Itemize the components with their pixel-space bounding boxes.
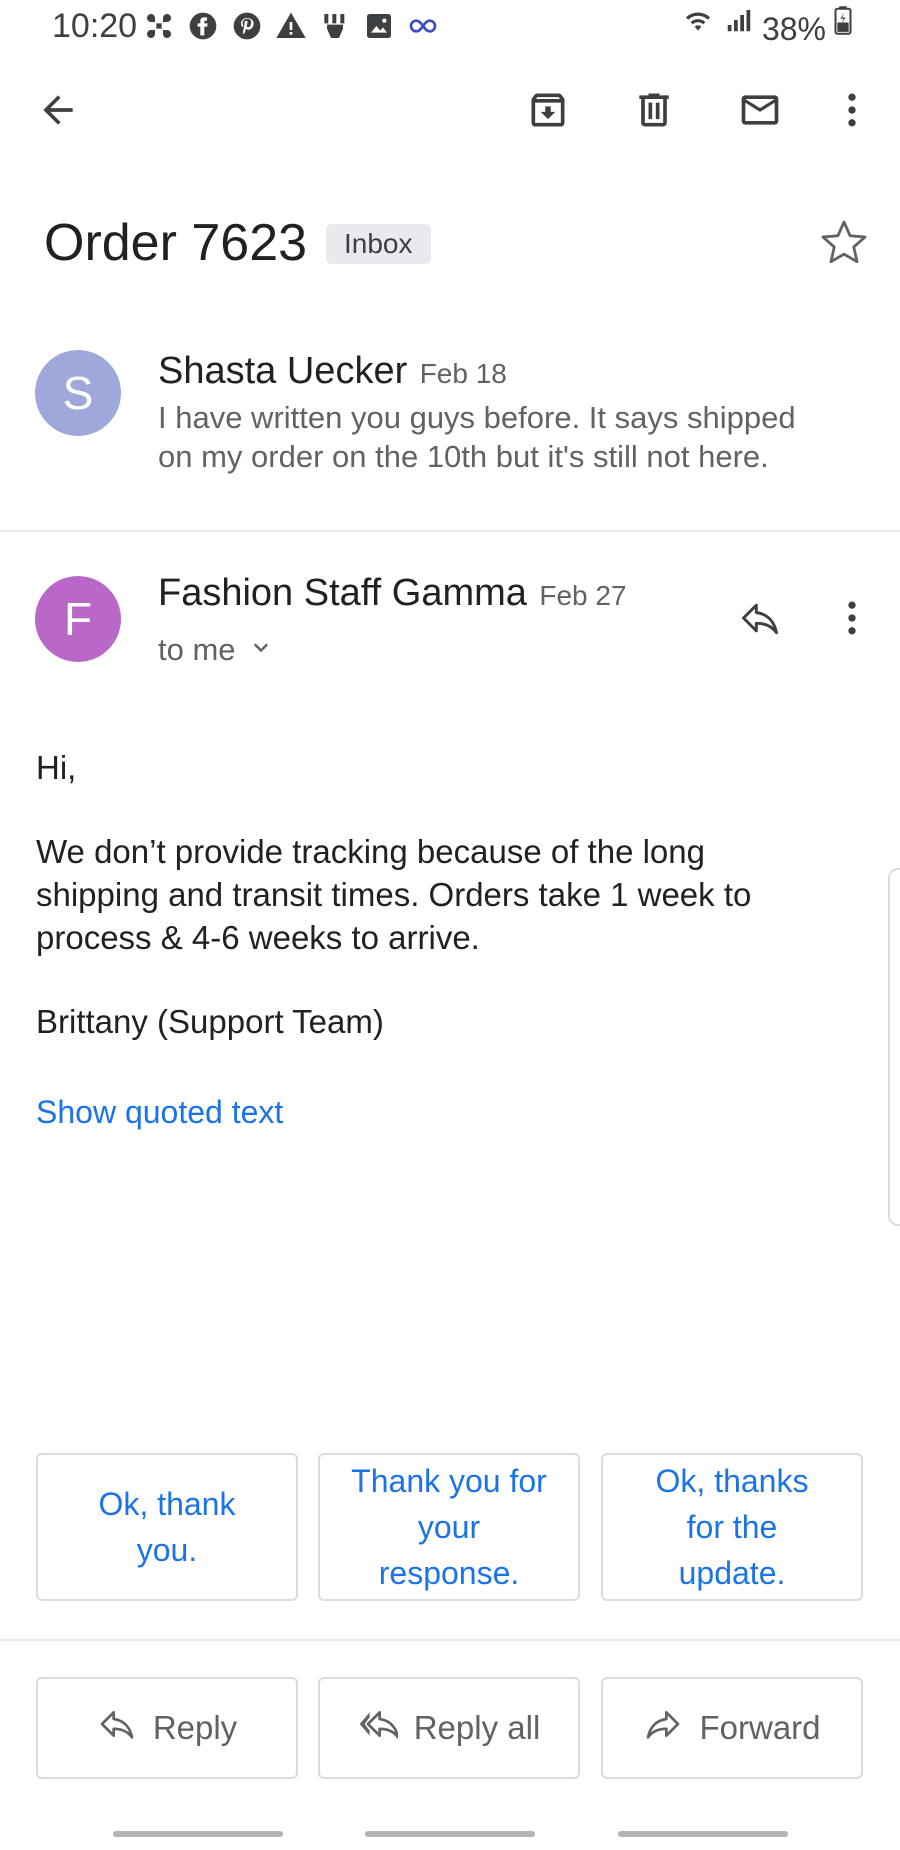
more-vert-icon	[830, 88, 874, 137]
smart-reply-text: Ok, thanks	[655, 1463, 809, 1499]
image-icon	[363, 10, 395, 42]
status-time: 10:20	[52, 7, 138, 45]
star-icon	[818, 220, 870, 272]
message-snippet: I have written you guys before. It says …	[158, 398, 796, 476]
message-date: Feb 18	[419, 358, 507, 389]
snippet-line: I have written you guys before. It says …	[158, 400, 796, 435]
thread-subject: Order 7623	[44, 214, 308, 272]
reply-all-button[interactable]: Reply all	[318, 1677, 580, 1779]
message-date: Feb 27	[539, 580, 627, 611]
facebook-icon	[187, 10, 219, 42]
hands-icon	[319, 10, 351, 42]
more-vert-icon	[830, 596, 874, 645]
battery-percent: 38%	[761, 11, 826, 47]
message-header: Shasta Uecker Feb 18	[158, 350, 507, 393]
infinity-icon	[407, 10, 439, 42]
body-greeting: Hi,	[36, 749, 77, 786]
recipient-details-toggle[interactable]: to me	[158, 632, 276, 668]
inbox-label-chip: Inbox	[326, 224, 431, 264]
nav-home-button[interactable]	[365, 1831, 535, 1837]
forward-icon	[643, 1704, 683, 1752]
reply-button[interactable]: Reply	[36, 1677, 298, 1779]
divider	[0, 1639, 900, 1641]
sender-name: Fashion Staff Gamma	[158, 572, 527, 614]
trash-icon	[632, 88, 676, 137]
more-options-button[interactable]	[820, 80, 884, 144]
message-more-button[interactable]	[820, 588, 884, 652]
smart-reply-text: your	[417, 1509, 481, 1545]
body-line: We don’t provide tracking because of the…	[36, 833, 705, 870]
scroll-handle[interactable]	[888, 868, 900, 1226]
archive-icon	[526, 88, 570, 137]
message-collapsed[interactable]: S Shasta Uecker Feb 18 I have written yo…	[0, 330, 900, 530]
smart-reply-text: Thank you for	[351, 1463, 547, 1499]
reply-inline-button[interactable]	[728, 588, 792, 652]
grid-icon	[143, 10, 175, 42]
recipient-text: to me	[158, 632, 236, 667]
status-right: 38%	[680, 4, 852, 54]
smart-reply-text: you.	[136, 1532, 198, 1568]
reply-icon	[738, 596, 782, 645]
smart-reply-text: update.	[678, 1555, 786, 1591]
divider	[0, 530, 900, 532]
reply-all-icon	[358, 1704, 400, 1752]
smart-reply-text: for the	[686, 1509, 778, 1545]
mark-unread-button[interactable]	[728, 80, 792, 144]
smart-reply-text: Ok, thank	[98, 1486, 236, 1522]
nav-back-button[interactable]	[618, 1831, 788, 1837]
arrow-left-icon	[36, 88, 80, 137]
nav-recents-button[interactable]	[113, 1831, 283, 1837]
reply-icon	[97, 1704, 137, 1752]
forward-button[interactable]: Forward	[601, 1677, 863, 1779]
battery-icon	[834, 5, 852, 53]
avatar[interactable]: F	[35, 576, 121, 662]
body-line: shipping and transit times. Orders take …	[36, 876, 752, 913]
message-header: Fashion Staff Gamma Feb 27	[158, 572, 627, 615]
archive-button[interactable]	[516, 80, 580, 144]
smart-reply-text: response.	[378, 1555, 520, 1591]
smart-reply-chip[interactable]: Ok, thank you.	[36, 1453, 298, 1601]
sender-name: Shasta Uecker	[158, 350, 408, 392]
star-button[interactable]	[818, 216, 870, 268]
back-button[interactable]	[26, 80, 90, 144]
smart-reply-chip[interactable]: Thank you for your response.	[318, 1453, 580, 1601]
snippet-line: on my order on the 10th but it's still n…	[158, 439, 769, 474]
forward-label: Forward	[699, 1709, 821, 1746]
body-line: process & 4-6 weeks to arrive.	[36, 919, 480, 956]
reply-label: Reply	[152, 1709, 238, 1746]
avatar[interactable]: S	[35, 350, 121, 436]
notification-icons	[143, 8, 439, 44]
body-signature: Brittany (Support Team)	[36, 1003, 384, 1040]
smart-reply-chip[interactable]: Ok, thanks for the update.	[601, 1453, 863, 1601]
body-paragraph: We don’t provide tracking because of the…	[36, 830, 751, 959]
delete-button[interactable]	[622, 80, 686, 144]
warning-icon	[275, 10, 307, 42]
mail-icon	[738, 88, 782, 137]
show-quoted-text-link[interactable]: Show quoted text	[36, 1094, 283, 1131]
chevron-down-icon	[246, 633, 276, 668]
reply-all-label: Reply all	[413, 1709, 541, 1746]
pinterest-icon	[231, 10, 263, 42]
wifi-icon	[680, 4, 716, 54]
signal-icon	[724, 5, 754, 53]
